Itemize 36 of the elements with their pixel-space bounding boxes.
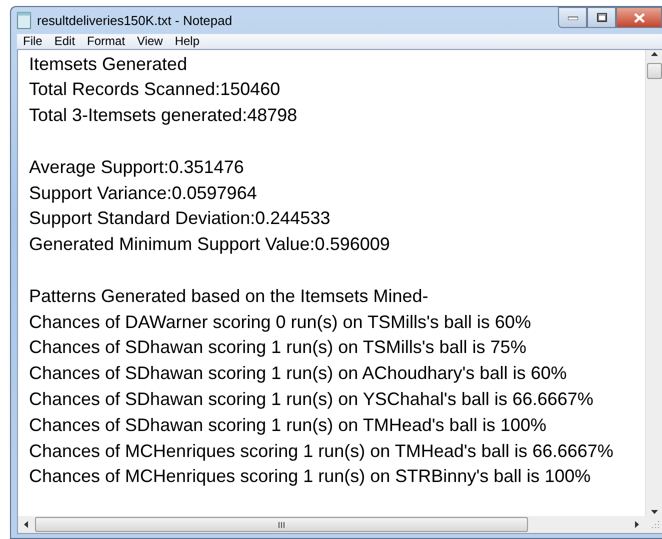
scroll-up-icon[interactable] xyxy=(650,50,658,59)
text-line: Support Variance:0.0597964 xyxy=(29,182,258,205)
menu-item[interactable]: Edit xyxy=(48,34,82,48)
menu-item[interactable]: Format xyxy=(81,34,132,48)
scroll-right-icon[interactable] xyxy=(632,520,641,529)
maximize-button[interactable] xyxy=(587,7,616,28)
text-line: Total Records Scanned:150460 xyxy=(29,78,282,102)
grip-icon xyxy=(278,522,285,528)
text-line: Total 3-Itemsets generated:48798 xyxy=(29,104,298,128)
vertical-scrollbar[interactable] xyxy=(645,50,662,516)
window-title: resultdeliveries150K.txt - Notepad xyxy=(37,13,234,28)
scroll-left-icon[interactable] xyxy=(22,520,31,529)
text-line: Average Support:0.351476 xyxy=(29,156,245,179)
menu-item[interactable]: View xyxy=(131,34,169,48)
menu-item[interactable]: File xyxy=(17,34,48,48)
text-line: Chances of MCHenriques scoring 1 run(s) on STRBinny's ball is 100% xyxy=(29,465,592,488)
minimize-button[interactable] xyxy=(558,7,587,28)
notepad-file-icon xyxy=(17,12,31,30)
text-line: Generated Minimum Support Value:0.596009 xyxy=(29,233,391,256)
close-icon xyxy=(634,12,644,22)
text-line: Itemsets Generated xyxy=(29,52,188,76)
text-line: Chances of MCHenriques scoring 1 run(s) on TMHead's ball is 66.6667% xyxy=(29,440,614,463)
scroll-thumb[interactable] xyxy=(646,62,662,79)
text-line: Support Standard Deviation:0.244533 xyxy=(29,207,332,230)
maximize-icon xyxy=(596,13,606,22)
horizontal-scrollbar[interactable] xyxy=(18,516,645,533)
text-line: Chances of DAWarner scoring 0 run(s) on TSMills's ball is 60% xyxy=(29,310,532,334)
close-button[interactable] xyxy=(616,7,662,28)
text-line: Chances of SDhawan scoring 1 run(s) on TSMills's ball is 75% xyxy=(29,336,528,360)
text-line: Chances of SDhawan scoring 1 run(s) on YSChahal's ball is 66.6667% xyxy=(29,388,594,412)
text-line: Chances of SDhawan scoring 1 run(s) on AChoudhary's ball is 60% xyxy=(29,362,568,386)
text-line: Patterns Generated based on the Itemsets Mined- xyxy=(29,284,430,308)
minimize-icon xyxy=(568,16,578,20)
text-line: Chances of SDhawan scoring 1 run(s) on TMHead's ball is 100% xyxy=(29,414,548,437)
scroll-thumb[interactable] xyxy=(35,517,528,532)
menu-item[interactable]: Help xyxy=(168,34,206,48)
